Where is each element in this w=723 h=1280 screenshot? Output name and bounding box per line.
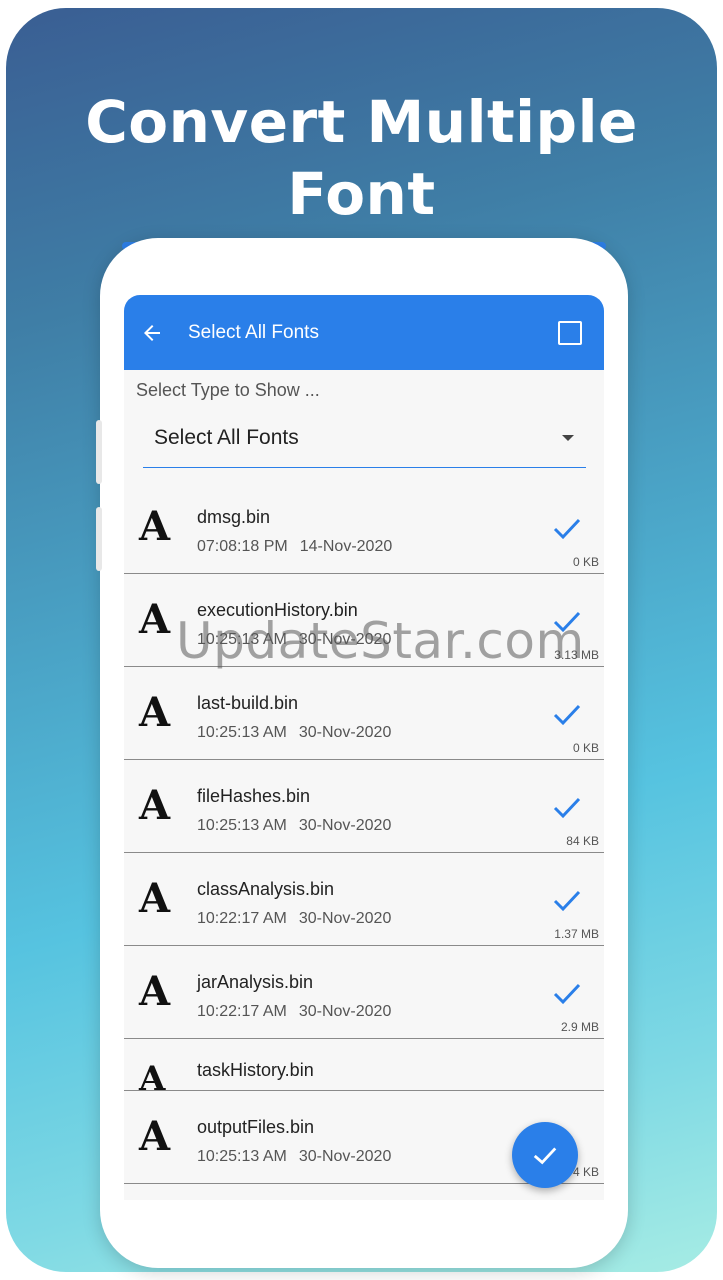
file-meta: 10:25:13 AM 30-Nov-2020 bbox=[197, 631, 391, 649]
file-date: 30-Nov-2020 bbox=[298, 1003, 392, 1020]
file-date: 30-Nov-2020 bbox=[298, 1148, 392, 1165]
list-item[interactable]: A dmsg.bin 07:08:18 PM 14-Nov-2020 0 KB bbox=[124, 481, 604, 574]
dropdown-selected-value: Select All Fonts bbox=[154, 425, 299, 449]
list-item[interactable]: A executionHistory.bin 10:25:13 AM 30-Nov… bbox=[124, 574, 604, 667]
file-meta: 10:25:13 AM 30-Nov-2020 bbox=[197, 1148, 391, 1166]
app-screen: Select All Fonts Select Type to Show ...… bbox=[124, 295, 604, 1200]
font-icon: A bbox=[139, 503, 171, 550]
file-size: 4 KB bbox=[572, 1165, 599, 1179]
list-item[interactable]: A taskHistory.bin bbox=[124, 1039, 604, 1099]
file-name: taskHistory.bin bbox=[197, 1060, 314, 1080]
confirm-fab[interactable] bbox=[512, 1122, 578, 1188]
file-meta: 10:22:17 AM 30-Nov-2020 bbox=[197, 1003, 391, 1021]
font-icon: A bbox=[139, 875, 171, 922]
list-item[interactable]: A last-build.bin 10:25:13 AM 30-Nov-2020 … bbox=[124, 667, 604, 760]
phone-power-button bbox=[96, 507, 102, 571]
file-size: 1.37 MB bbox=[554, 927, 599, 941]
file-time: 07:08:18 PM bbox=[197, 538, 288, 555]
file-time: 10:25:13 AM bbox=[197, 817, 287, 834]
file-date: 30-Nov-2020 bbox=[298, 817, 392, 834]
check-icon[interactable] bbox=[552, 978, 582, 1008]
file-name: dmsg.bin bbox=[197, 507, 271, 527]
filter-label: Select Type to Show ... bbox=[136, 380, 320, 400]
font-icon: A bbox=[139, 596, 171, 643]
file-time: 10:22:17 AM bbox=[197, 1003, 287, 1020]
headline-line-1: Convert Multiple Font bbox=[85, 88, 638, 228]
list-item[interactable]: A fileHashes.bin 10:25:13 AM 30-Nov-2020 … bbox=[124, 760, 604, 853]
font-icon: A bbox=[139, 689, 171, 736]
arrow-left-icon[interactable] bbox=[140, 320, 166, 346]
file-size: 3.13 MB bbox=[554, 648, 599, 662]
file-meta: 10:25:13 AM 30-Nov-2020 bbox=[197, 817, 391, 835]
select-all-checkbox[interactable] bbox=[558, 320, 582, 345]
phone-volume-button bbox=[96, 420, 102, 484]
file-name: classAnalysis.bin bbox=[197, 879, 335, 899]
file-time: 10:25:13 AM bbox=[197, 631, 287, 648]
font-icon: A bbox=[139, 782, 171, 829]
check-icon bbox=[533, 1147, 557, 1165]
file-size: 0 KB bbox=[572, 741, 599, 755]
file-time: 10:22:17 AM bbox=[197, 910, 287, 927]
app-bar-title: Select All Fonts bbox=[188, 321, 319, 343]
file-size: 0 KB bbox=[572, 555, 599, 569]
file-name: jarAnalysis.bin bbox=[197, 972, 314, 992]
file-date: 30-Nov-2020 bbox=[298, 910, 392, 927]
file-name: outputFiles.bin bbox=[197, 1117, 315, 1137]
check-icon[interactable] bbox=[552, 606, 582, 636]
check-icon[interactable] bbox=[552, 513, 582, 543]
font-icon: A bbox=[139, 968, 171, 1015]
file-date: 30-Nov-2020 bbox=[298, 631, 392, 648]
file-meta: 10:25:13 AM 30-Nov-2020 bbox=[197, 724, 391, 742]
chevron-down-icon bbox=[562, 434, 574, 441]
file-size: 84 KB bbox=[566, 834, 599, 848]
list-item[interactable]: A jarAnalysis.bin 10:22:17 AM 30-Nov-2020… bbox=[124, 946, 604, 1039]
list-item[interactable]: A classAnalysis.bin 10:22:17 AM 30-Nov-20… bbox=[124, 853, 604, 946]
file-list: A dmsg.bin 07:08:18 PM 14-Nov-2020 0 KB A… bbox=[124, 481, 604, 1184]
file-date: 30-Nov-2020 bbox=[298, 724, 392, 741]
file-time: 10:25:13 AM bbox=[197, 1148, 287, 1165]
check-icon[interactable] bbox=[552, 885, 582, 915]
check-icon[interactable] bbox=[552, 699, 582, 729]
file-meta: 07:08:18 PM 14-Nov-2020 bbox=[197, 538, 392, 556]
file-meta: 10:22:17 AM 30-Nov-2020 bbox=[197, 910, 391, 928]
file-size: 2.9 MB bbox=[560, 1020, 599, 1034]
file-name: fileHashes.bin bbox=[197, 786, 311, 806]
check-icon[interactable] bbox=[552, 792, 582, 822]
font-icon: A bbox=[139, 1113, 171, 1160]
file-name: last-build.bin bbox=[197, 693, 299, 713]
file-time: 10:25:13 AM bbox=[197, 724, 287, 741]
file-date: 14-Nov-2020 bbox=[299, 538, 393, 555]
app-bar: Select All Fonts bbox=[124, 295, 604, 370]
font-type-dropdown[interactable]: Select All Fonts bbox=[143, 408, 586, 468]
file-name: executionHistory.bin bbox=[197, 600, 358, 620]
